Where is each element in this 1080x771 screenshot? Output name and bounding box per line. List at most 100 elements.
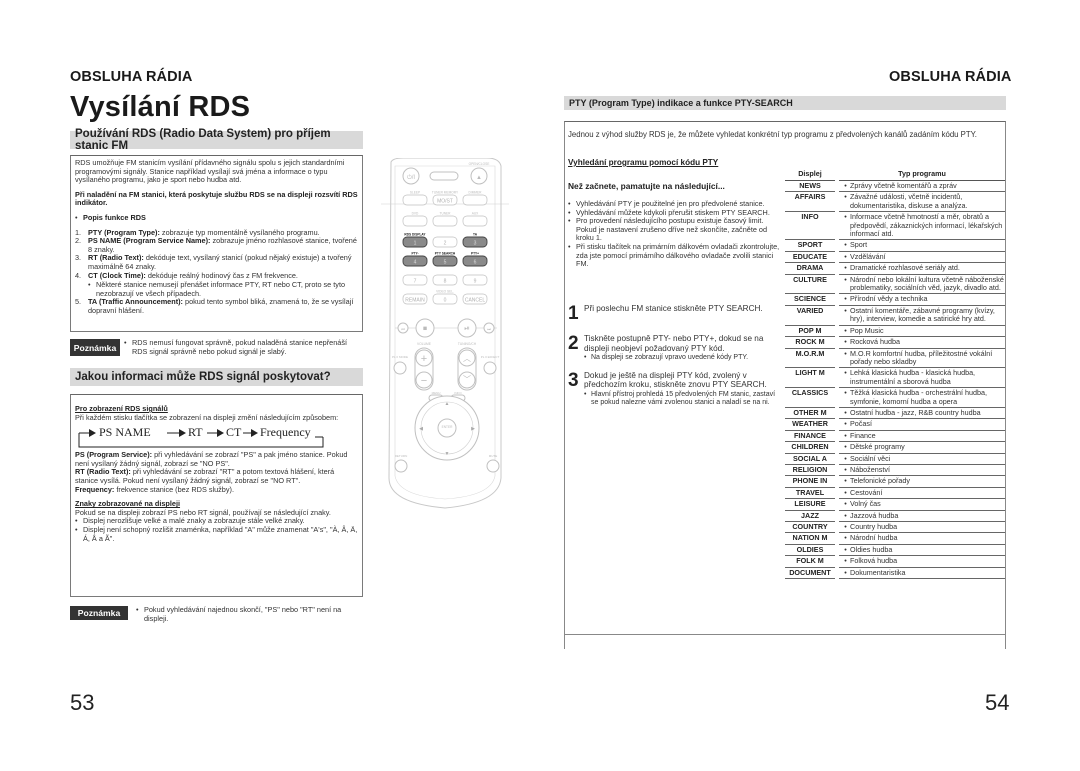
step-number: 1 xyxy=(568,303,579,324)
table-row: CLASSICS • Těžká klasická hudba - orchestr… xyxy=(785,387,1005,408)
label-pl2-effect: PL II EFFECT xyxy=(481,355,500,359)
pty-description: • Ostatní komentáře, zábavné programy (kv… xyxy=(839,305,1005,326)
power-icon: ⏻/I xyxy=(407,174,415,181)
tuner-memory-button-label: MO/ST xyxy=(437,199,453,205)
note-badge: Poznámka xyxy=(70,606,128,620)
number-key-3-label: 3 xyxy=(474,241,477,247)
pty-description-text: Národní hudba xyxy=(850,533,898,543)
eject-icon: ▲ xyxy=(476,175,482,181)
label-pl2-mode: PL II MODE xyxy=(392,355,408,359)
display-cycle-diagram: PS NAME RT CT Frequency xyxy=(75,423,358,449)
pty-description-text: Volný čas xyxy=(850,499,881,509)
pty-code: CHILDREN xyxy=(785,441,835,454)
pty-description: • Náboženství xyxy=(839,464,1005,477)
bullet-icon: • xyxy=(844,348,847,358)
pty-description: • Sociální věci xyxy=(839,453,1005,465)
bullet-icon: • xyxy=(75,212,78,222)
pty-description-text: Národní nebo lokální kultura včetně nábo… xyxy=(850,274,1004,293)
pty-description-text: Dramatické rozhlasové seriály atd. xyxy=(850,263,960,273)
note2-text: Pokud vyhledávání najednou skončí, "PS" … xyxy=(144,605,342,623)
pty-code: OTHER M xyxy=(785,407,835,420)
item-number: 3. xyxy=(75,253,82,263)
item-number: 2. xyxy=(75,236,82,246)
note1: • RDS nemusí fungovat správně, pokud nal… xyxy=(124,338,364,356)
sleep-button xyxy=(402,194,428,206)
section-band-rds-info: Jakou informaci může RDS signál poskytov… xyxy=(70,368,363,386)
bullet-icon: • xyxy=(844,453,847,463)
page-title: Vysílání RDS xyxy=(70,91,251,123)
pty-description-text: Country hudba xyxy=(850,522,898,531)
bullet-icon: • xyxy=(844,274,847,284)
pty-description-text: Přírodní vědy a technika xyxy=(850,294,928,304)
pty-description-text: Těžká klasická hudba - orchestrální hudb… xyxy=(850,388,988,406)
arrow-up-icon: ▲ xyxy=(445,401,450,407)
ct-sub-text: Některé stanice nemusejí přenášet inform… xyxy=(96,280,346,298)
plus-icon: + xyxy=(421,353,427,365)
number-key-4-caption: PTY- xyxy=(411,252,418,256)
pty-description-text: Jazzová hudba xyxy=(850,510,899,520)
bullet-icon: • xyxy=(844,192,847,202)
remote-svg: ⏻/I ▲ OPEN/CLOSE SLEEP MO/ST TUNER MEMORY D… xyxy=(371,157,519,509)
section-band-rds-usage: Používání RDS (Radio Data System) pro př… xyxy=(70,128,363,152)
pty-description-text: Ostatní komentáře, zábavné programy (kví… xyxy=(850,305,995,324)
pty-description: • Country hudba xyxy=(839,521,1005,534)
cycle-ps-name: PS NAME xyxy=(99,425,151,440)
table-row: OTHER M • Ostatní hudba - jazz, R&B countr… xyxy=(785,407,1005,420)
bullet-icon: • xyxy=(844,251,847,261)
pty-code: RELIGION xyxy=(785,464,835,477)
before-bullet-text: Pro provedení následujícího postupu exis… xyxy=(576,216,768,243)
before-bullet: • Pro provedení následujícího postupu exi… xyxy=(568,216,783,243)
pl2-mode-button xyxy=(393,361,407,375)
pty-code: ROCK M xyxy=(785,336,835,349)
bullet-icon: • xyxy=(844,476,847,486)
step-text: Při poslechu FM stanice stiskněte PTY SE… xyxy=(584,304,763,313)
pty-description: • Rocková hudba xyxy=(839,336,1005,349)
step-number: 2 xyxy=(568,333,579,354)
note-badge: Poznámka xyxy=(70,339,120,356)
pty-table-wrapper: Displej Typ programu NEWS • Zprávy včetně … xyxy=(785,168,1005,580)
number-key-6-label: 6 xyxy=(474,260,477,266)
rds-info-box: RDS umožňuje FM stanicím vysílání přídav… xyxy=(70,155,363,332)
bullet-icon: • xyxy=(844,556,847,566)
step-number: 3 xyxy=(568,369,579,391)
number-key-8-label: 8 xyxy=(444,279,447,285)
pty-description: • Zprávy včetně komentářů a zpráv xyxy=(839,180,1005,193)
def-text: frekvence stanice (bez RDS služby). xyxy=(114,484,234,494)
table-row: CULTURE • Národní nebo lokální kultura vče… xyxy=(785,274,1005,295)
pty-description-text: Sociální věci xyxy=(850,453,891,463)
table-header-row: Displej Typ programu xyxy=(785,168,1005,181)
sleep-button-caption: SLEEP xyxy=(410,191,420,195)
pty-description: • Těžká klasická hudba - orchestrální hud… xyxy=(839,387,1005,408)
pty-code: LEISURE xyxy=(785,498,835,511)
pty-code: SPORT xyxy=(785,239,835,252)
page-number-left: 53 xyxy=(70,690,95,715)
bullet-icon: • xyxy=(844,487,847,497)
table-row: TRAVEL • Cestování xyxy=(785,487,1005,500)
pty-code: SOCIAL A xyxy=(785,453,835,465)
bullet-icon: • xyxy=(844,212,847,222)
table-row: RELIGION • Náboženství xyxy=(785,464,1005,477)
pty-description: • Národní nebo lokální kultura včetně náb… xyxy=(839,274,1005,295)
number-key-5-caption: PTY SEARCH xyxy=(435,252,456,256)
number-key-2-label: 2 xyxy=(444,241,447,247)
dimmer-button xyxy=(462,194,488,206)
minus-icon: − xyxy=(421,375,427,387)
functions-list: 1. PTY (Program Type): zobrazuje typ mome… xyxy=(75,228,358,316)
function-item: 2. PS NAME (Program Service Name): zobraz… xyxy=(75,236,358,254)
table-row: SCIENCE • Přírodní vědy a technika xyxy=(785,293,1005,306)
chars-bullet: • Displej není schopný rozlišit znaménka,… xyxy=(75,524,358,543)
stop-button-icon: ■ xyxy=(423,326,427,333)
number-key-7-label: 7 xyxy=(414,279,417,285)
bullet-icon: • xyxy=(844,305,847,315)
pty-code: OLDIES xyxy=(785,544,835,557)
step-sub-text: Na displeji se zobrazují vpravo uvedené … xyxy=(591,354,749,362)
pty-code: M.O.R.M xyxy=(785,348,835,369)
bullet-icon: • xyxy=(844,567,847,577)
pty-description-text: Dokumentaristika xyxy=(850,567,906,577)
pty-description-text: Informace včetně hmotností a měr, obratů… xyxy=(850,212,1003,239)
table-row: COUNTRY • Country hudba xyxy=(785,521,1005,534)
table-row: WEATHER • Počasí xyxy=(785,418,1005,431)
chars-bullet-text: Displej není schopný rozlišit znaménka, … xyxy=(83,524,358,543)
arrow-down-icon: ▼ xyxy=(445,451,450,457)
pty-code: TRAVEL xyxy=(785,487,835,500)
